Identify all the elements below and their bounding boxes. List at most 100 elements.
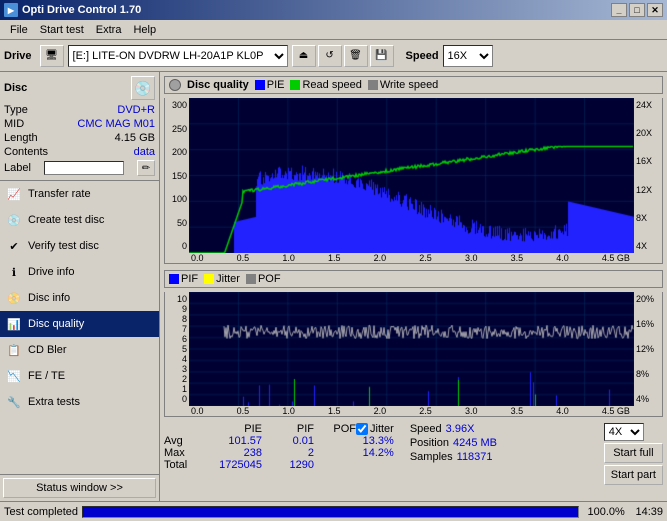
start-full-button[interactable]: Start full	[604, 443, 663, 463]
chart2-canvas	[189, 292, 634, 406]
stats-max-label: Max	[164, 447, 200, 459]
right-content: Disc quality PIE Read speed Write speed …	[160, 72, 667, 501]
nav-verify-test-disc[interactable]: ✔ Verify test disc	[0, 233, 159, 259]
nav-disc-info[interactable]: 📀 Disc info	[0, 285, 159, 311]
stats-total-jitter	[356, 459, 394, 471]
position-label: Position	[410, 437, 449, 449]
drivebar: Drive 🖥 [E:] LITE-ON DVDRW LH-20A1P KL0P…	[0, 40, 667, 72]
samples-value: 118371	[457, 451, 493, 463]
titlebar: ▶ Opti Drive Control 1.70 _ □ ✕	[0, 0, 667, 20]
samples-row: Samples 118371	[410, 451, 497, 463]
disc-info-icon: 📀	[6, 290, 22, 306]
eject-button[interactable]: ⏏	[292, 45, 316, 67]
menu-help[interactable]: Help	[127, 22, 162, 38]
nav-cd-bler[interactable]: 📋 CD Bler	[0, 337, 159, 363]
stats-max-jitter: 14.2%	[356, 447, 394, 459]
legend-read-speed-color	[290, 80, 300, 90]
save-button[interactable]: 💾	[370, 45, 394, 67]
stats-table: PIE PIF POF Jitter Avg	[164, 423, 394, 471]
stats-header-pie: PIE	[200, 423, 262, 435]
legend2-jitter: Jitter	[204, 273, 240, 285]
app-icon: ▶	[4, 3, 18, 17]
disc-icon-btn[interactable]: 💿	[131, 76, 155, 100]
nav-cd-bler-label: CD Bler	[28, 344, 67, 356]
chart2-xaxis: 0.00.51.01.52.02.53.03.54.04.5 GB	[191, 406, 630, 416]
mid-label: MID	[4, 118, 24, 130]
legend-write-speed: Write speed	[368, 79, 439, 91]
statusbar: Test completed 100.0% 14:39	[0, 501, 667, 521]
length-label: Length	[4, 132, 38, 144]
minimize-button[interactable]: _	[611, 3, 627, 17]
position-value: 4245 MB	[453, 437, 497, 449]
jitter-checkbox[interactable]	[356, 423, 368, 435]
drive-label: Drive	[4, 50, 32, 62]
legend-read-speed: Read speed	[290, 79, 361, 91]
mid-value: CMC MAG M01	[77, 118, 155, 130]
jitter-checkbox-label: Jitter	[356, 423, 394, 435]
nav-fe-te-label: FE / TE	[28, 370, 65, 382]
samples-label: Samples	[410, 451, 453, 463]
speed-label2: Speed	[410, 423, 442, 435]
label-btn[interactable]: ✏	[137, 160, 155, 176]
nav-extra-tests-label: Extra tests	[28, 396, 80, 408]
legend-pie: PIE	[255, 79, 285, 91]
status-progress-bg	[82, 506, 579, 518]
speed-info: Speed 3.96X Position 4245 MB Samples 118…	[410, 423, 497, 463]
legend2-jitter-color	[204, 274, 214, 284]
nav-transfer-rate[interactable]: 📈 Transfer rate	[0, 181, 159, 207]
drive-info-icon: ℹ	[6, 264, 22, 280]
label-input[interactable]	[44, 161, 124, 175]
nav-extra-tests[interactable]: 🔧 Extra tests	[0, 389, 159, 415]
app-title: Opti Drive Control 1.70	[22, 4, 141, 16]
status-window-btn[interactable]: Status window >>	[3, 478, 156, 498]
nav-drive-info-label: Drive info	[28, 266, 74, 278]
stats-total-label: Total	[164, 459, 200, 471]
nav-disc-info-label: Disc info	[28, 292, 70, 304]
status-percent: 100.0%	[587, 506, 627, 518]
close-button[interactable]: ✕	[647, 3, 663, 17]
stats-avg-label: Avg	[164, 435, 200, 447]
drive-icon-btn[interactable]: 🖥	[40, 45, 64, 67]
menu-extra[interactable]: Extra	[90, 22, 128, 38]
drive-select[interactable]: [E:] LITE-ON DVDRW LH-20A1P KL0P	[68, 45, 288, 67]
nav-disc-quality[interactable]: 📊 Disc quality	[0, 311, 159, 337]
status-progress-fill	[83, 507, 578, 517]
speed-select[interactable]: 16X	[443, 45, 493, 67]
speed-row: Speed 3.96X	[410, 423, 497, 435]
clear-button[interactable]: 🗑	[344, 45, 368, 67]
refresh-button[interactable]: ↺	[318, 45, 342, 67]
speed-value: 3.96X	[446, 423, 475, 435]
stats-header-pif: PIF	[262, 423, 314, 435]
chart2-yaxis-left: 109876543210	[165, 292, 189, 406]
stats-avg-pif: 0.01	[262, 435, 314, 447]
disc-quality-icon: 📊	[6, 316, 22, 332]
nav-drive-info[interactable]: ℹ Drive info	[0, 259, 159, 285]
nav-transfer-rate-label: Transfer rate	[28, 188, 91, 200]
type-label: Type	[4, 104, 28, 116]
quality-speed-select[interactable]: 4X	[604, 423, 644, 441]
chart1-title: Disc quality	[187, 79, 249, 91]
stats-avg-pof	[314, 435, 356, 447]
chart1-canvas	[189, 98, 634, 253]
nav-disc-quality-label: Disc quality	[28, 318, 84, 330]
cd-bler-icon: 📋	[6, 342, 22, 358]
nav-fe-te[interactable]: 📉 FE / TE	[0, 363, 159, 389]
fe-te-icon: 📉	[6, 368, 22, 384]
menu-file[interactable]: File	[4, 22, 34, 38]
disc-section: Disc 💿 Type DVD+R MID CMC MAG M01 Length…	[0, 72, 159, 181]
maximize-button[interactable]: □	[629, 3, 645, 17]
legend2-pif: PIF	[169, 273, 198, 285]
start-section: 4X Start full Start part	[604, 423, 663, 485]
nav-create-test-disc[interactable]: 💿 Create test disc	[0, 207, 159, 233]
start-part-button[interactable]: Start part	[604, 465, 663, 485]
extra-tests-icon: 🔧	[6, 394, 22, 410]
stats-total-pie: 1725045	[200, 459, 262, 471]
menu-start-test[interactable]: Start test	[34, 22, 90, 38]
create-test-disc-icon: 💿	[6, 212, 22, 228]
left-panel: Disc 💿 Type DVD+R MID CMC MAG M01 Length…	[0, 72, 160, 501]
chart1-icon	[169, 79, 181, 91]
menubar: File Start test Extra Help	[0, 20, 667, 40]
stats-max-pie: 238	[200, 447, 262, 459]
status-time: 14:39	[635, 506, 663, 518]
label-label: Label	[4, 162, 31, 174]
